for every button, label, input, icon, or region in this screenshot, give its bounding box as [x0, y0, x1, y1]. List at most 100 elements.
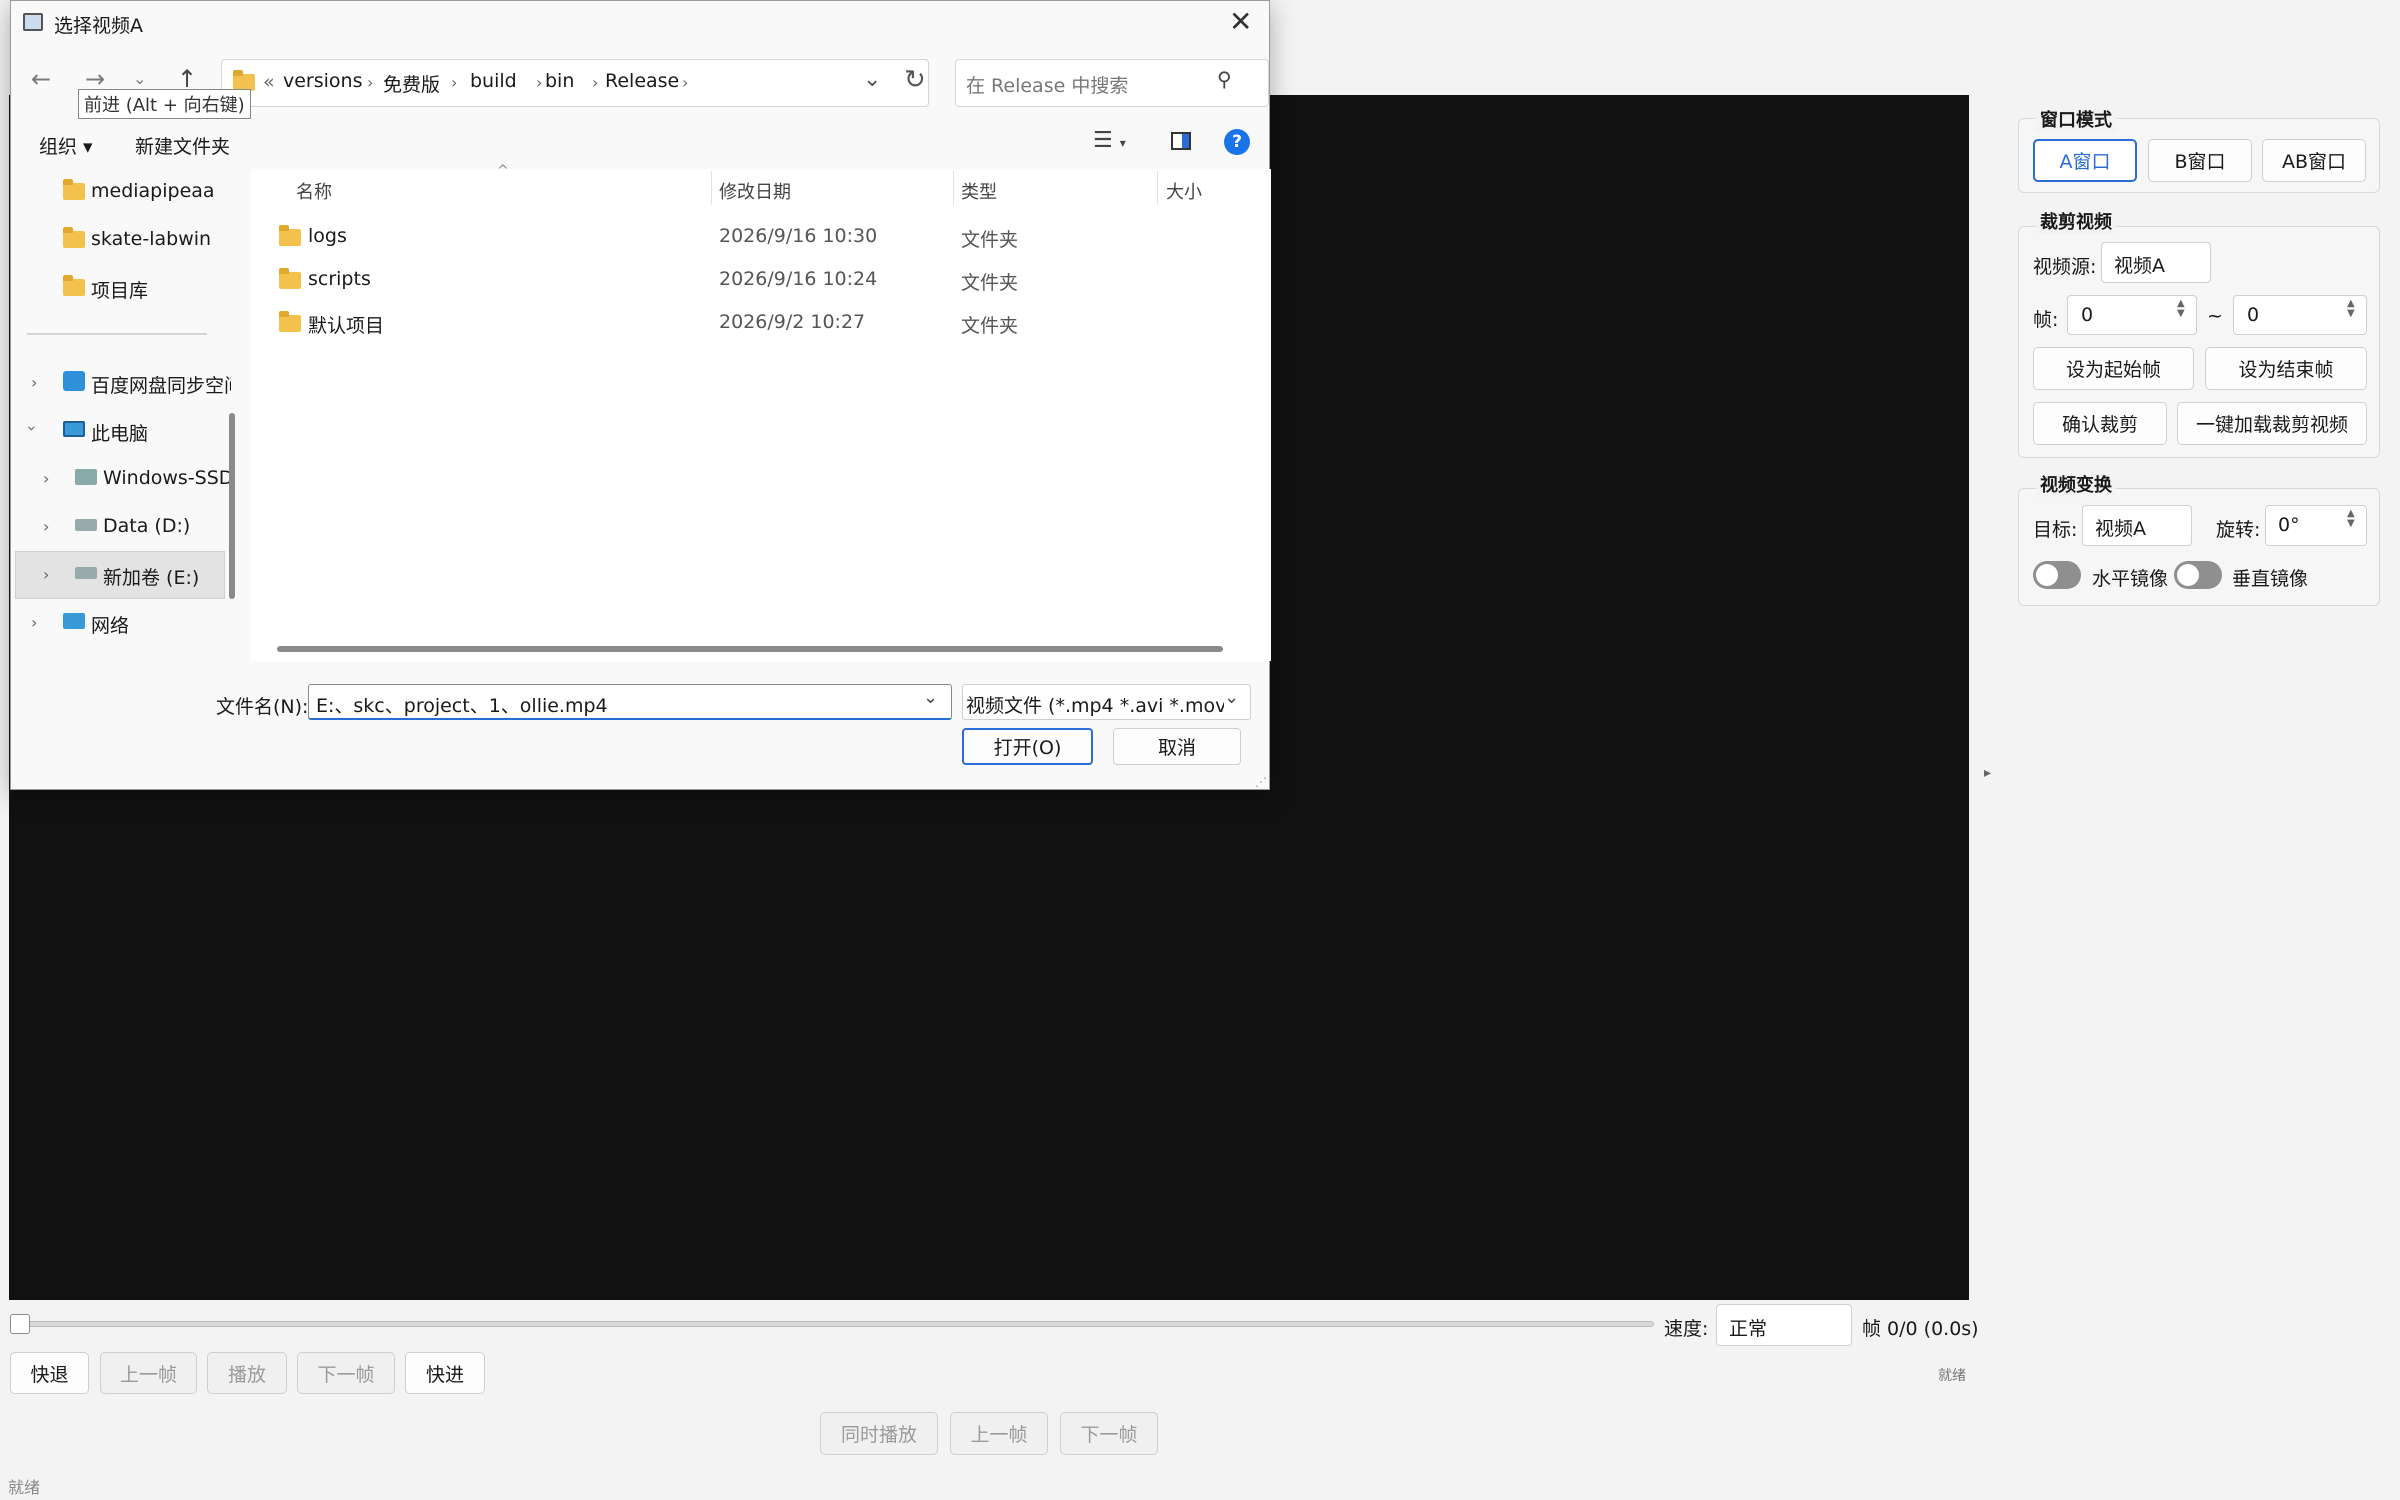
cancel-button[interactable]: 取消 — [1113, 728, 1241, 765]
folder-icon — [63, 227, 85, 248]
hmirror-label: 水平镜像 — [2092, 568, 2169, 590]
tree-item-network[interactable]: 网络 — [91, 611, 231, 638]
frame-info: 帧 0/0 (0.0s) — [1862, 1318, 1979, 1340]
tree-item-mediapipeaa[interactable]: mediapipeaa — [91, 180, 221, 202]
frame-tilde: ~ — [2207, 305, 2223, 327]
filename-value: E:、skc、project、1、ollie.mp4 — [316, 695, 608, 717]
sync-play-button[interactable]: 同时播放 — [820, 1412, 938, 1455]
folder-icon — [279, 225, 301, 246]
tree-item-data[interactable]: Data (D:) — [103, 515, 231, 537]
file-date: 2026/9/16 10:30 — [719, 225, 878, 247]
new-folder-button[interactable]: 新建文件夹 — [135, 132, 230, 159]
next-frame-button[interactable]: 下一帧 — [297, 1352, 395, 1394]
file-type: 文件夹 — [961, 272, 1019, 294]
breadcrumb-versions[interactable]: versions — [283, 70, 363, 92]
column-size[interactable]: 大小 — [1166, 178, 1202, 204]
frame-start-spinner-icon[interactable]: ▲ ▼ — [2177, 299, 2185, 319]
drive-icon — [75, 567, 97, 579]
breadcrumb-release[interactable]: Release — [605, 70, 679, 92]
tree-item-project-lib[interactable]: 项目库 — [91, 276, 221, 303]
set-end-button[interactable]: 设为结束帧 — [2205, 347, 2367, 390]
file-type: 文件夹 — [961, 229, 1019, 251]
rewind-button[interactable]: 快退 — [10, 1352, 89, 1394]
column-type[interactable]: 类型 — [961, 178, 997, 204]
seek-handle[interactable] — [10, 1314, 30, 1334]
tree-item-baidu[interactable]: 百度网盘同步空间 — [91, 371, 231, 398]
sync-prev-button[interactable]: 上一帧 — [950, 1412, 1048, 1455]
prev-frame-button[interactable]: 上一帧 — [100, 1352, 197, 1394]
chevron-right-icon[interactable]: › — [43, 565, 49, 584]
forward-button[interactable]: 快进 — [405, 1352, 485, 1394]
column-divider[interactable] — [711, 171, 712, 205]
search-icon[interactable]: ⚲ — [1217, 67, 1232, 91]
chevron-right-icon[interactable]: › — [43, 517, 49, 536]
column-divider[interactable] — [953, 171, 954, 205]
chevron-right-icon[interactable]: › — [43, 469, 49, 488]
view-icon[interactable]: ☰ ▾ — [1093, 128, 1126, 153]
chevron-icon: › — [592, 73, 599, 92]
chevron-icon: › — [682, 73, 689, 92]
folder-icon — [279, 311, 301, 332]
breadcrumb-build[interactable]: build — [470, 70, 517, 92]
close-icon[interactable]: ✕ — [1229, 5, 1252, 38]
mode-ab-button[interactable]: AB窗口 — [2262, 139, 2366, 182]
status-bottom: 就绪 — [8, 1478, 41, 1497]
mode-b-button[interactable]: B窗口 — [2148, 139, 2252, 182]
rotate-spinner-icon[interactable]: ▲ ▼ — [2347, 509, 2355, 529]
sync-next-button[interactable]: 下一帧 — [1060, 1412, 1158, 1455]
target-select[interactable]: 视频A — [2082, 505, 2192, 546]
status-right: 就绪 — [1938, 1368, 1966, 1384]
open-button[interactable]: 打开(O) — [962, 728, 1093, 765]
resize-grip-icon[interactable]: ⋰ — [1255, 775, 1267, 789]
file-name[interactable]: logs — [308, 225, 347, 247]
preview-pane-icon[interactable] — [1171, 132, 1191, 150]
file-name[interactable]: scripts — [308, 268, 371, 290]
file-name[interactable]: 默认项目 — [308, 311, 384, 338]
chevron-icon: › — [451, 73, 458, 92]
panel-collapse-arrow-icon[interactable]: ▸ — [1984, 765, 1991, 781]
help-icon[interactable]: ? — [1224, 129, 1250, 155]
mode-a-button[interactable]: A窗口 — [2033, 139, 2137, 182]
source-label: 视频源: — [2033, 256, 2097, 278]
refresh-icon[interactable]: ↻ — [904, 65, 926, 95]
breadcrumb-overflow[interactable]: « — [263, 71, 275, 93]
breadcrumb-free[interactable]: 免费版 — [383, 70, 440, 97]
filename-dropdown-icon[interactable]: ⌄ — [923, 687, 938, 708]
dialog-title: 选择视频A — [54, 15, 143, 37]
confirm-crop-button[interactable]: 确认裁剪 — [2033, 402, 2167, 445]
seek-slider[interactable] — [20, 1321, 1654, 1327]
play-button[interactable]: 播放 — [207, 1352, 287, 1394]
vmirror-toggle[interactable] — [2174, 561, 2222, 589]
filename-label: 文件名(N): — [216, 696, 309, 718]
breadcrumb-bin[interactable]: bin — [545, 70, 574, 92]
file-type: 文件夹 — [961, 315, 1019, 337]
horizontal-scrollbar[interactable] — [277, 646, 1223, 652]
filter-dropdown-icon[interactable]: ⌄ — [1224, 687, 1240, 708]
tree-item-skate-labwin[interactable]: skate-labwin — [91, 228, 221, 250]
load-cropped-button[interactable]: 一键加载裁剪视频 — [2177, 402, 2367, 445]
tree-item-thispc[interactable]: 此电脑 — [91, 419, 231, 446]
tree-item-newvol[interactable]: 新加卷 (E:) — [103, 563, 223, 590]
set-start-button[interactable]: 设为起始帧 — [2033, 347, 2194, 390]
organize-button[interactable]: 组织 ▾ — [39, 132, 93, 159]
column-name[interactable]: 名称 — [296, 178, 332, 204]
tree-scrollbar[interactable] — [229, 413, 235, 599]
recent-chevron-icon[interactable]: ⌄ — [133, 69, 146, 88]
hmirror-toggle[interactable] — [2033, 561, 2081, 589]
tree-item-windows[interactable]: Windows-SSD — [103, 467, 231, 489]
search-placeholder: 在 Release 中搜索 — [966, 75, 1129, 97]
address-dropdown-icon[interactable]: ⌄ — [863, 67, 881, 92]
speed-select[interactable]: 正常 — [1716, 1304, 1852, 1346]
back-icon[interactable]: ← — [31, 65, 51, 93]
column-date[interactable]: 修改日期 — [719, 178, 791, 204]
speed-label: 速度: — [1664, 1318, 1709, 1340]
frame-end-spinner-icon[interactable]: ▲ ▼ — [2347, 299, 2355, 319]
rotate-label: 旋转: — [2216, 519, 2261, 541]
chevron-right-icon[interactable]: › — [31, 373, 37, 392]
folder-icon — [63, 275, 85, 296]
column-divider[interactable] — [1157, 171, 1158, 205]
chevron-icon: › — [367, 73, 374, 92]
source-select[interactable]: 视频A — [2101, 242, 2211, 283]
chevron-down-icon[interactable]: › — [23, 425, 42, 431]
chevron-right-icon[interactable]: › — [31, 613, 37, 632]
